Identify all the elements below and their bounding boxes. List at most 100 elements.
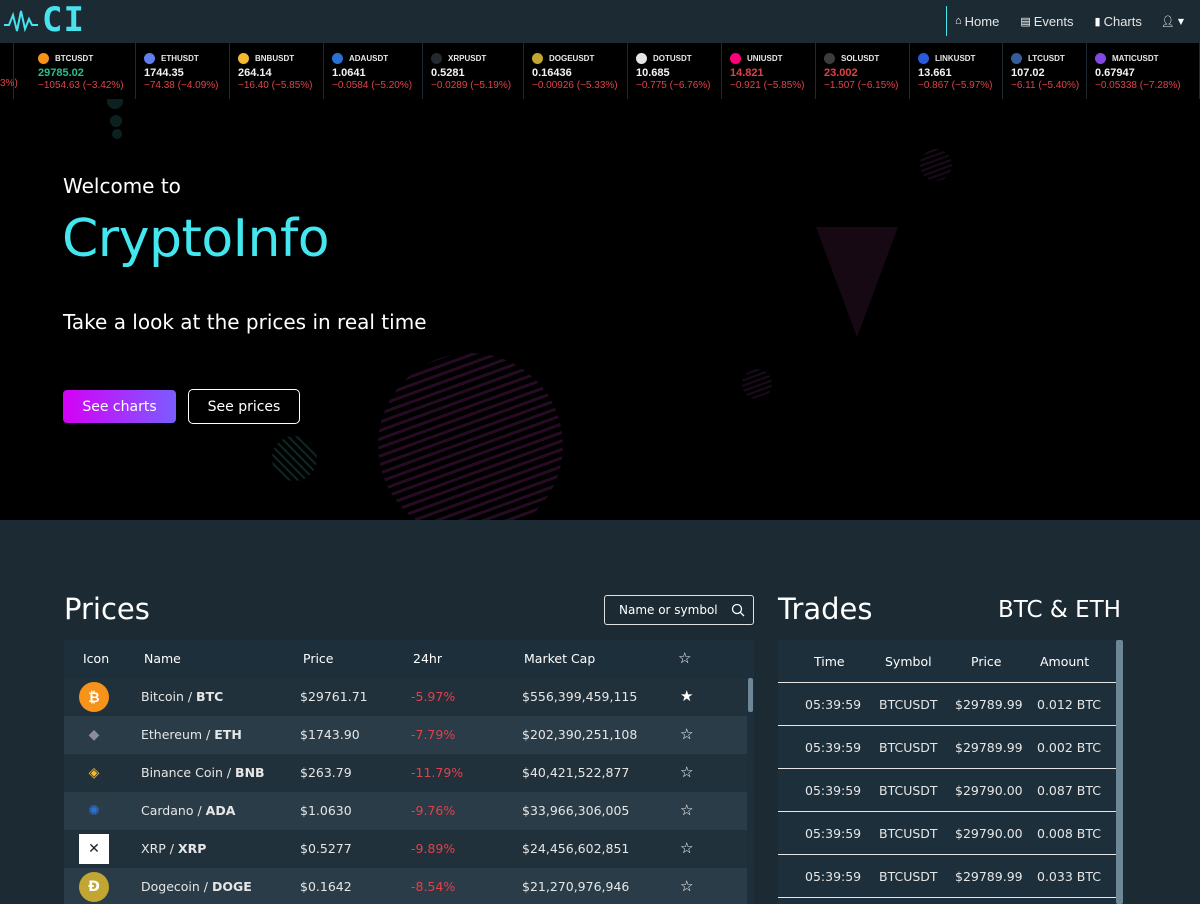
hero-brand: CryptoInfo — [62, 209, 330, 269]
ticker-item[interactable]: BTCUSDT 29785.02 −1054.63 (−3.42%) — [30, 43, 136, 99]
ticker-change: −0.775 (−6.76%) — [636, 80, 711, 91]
coin-icon — [824, 53, 835, 64]
price-row[interactable]: ₿ Bitcoin / BTC $29761.71 -5.97% $556,399,45… — [64, 678, 747, 716]
price-row[interactable]: ✺ Cardano / ADA $1.0630 -9.76% $33,966,306,0… — [64, 792, 747, 830]
col-price: Price — [971, 654, 1002, 669]
ticker-symbol: MATICUSDT — [1095, 53, 1199, 64]
see-charts-button[interactable]: See charts — [63, 390, 176, 423]
favorite-star-icon[interactable]: ☆ — [680, 763, 693, 781]
nav-charts[interactable]: ▮ Charts — [1095, 14, 1142, 29]
market-section: Prices Name or symbol Icon Name Price 24… — [0, 520, 1200, 904]
ticker-symbol-label: XRPUSDT — [448, 54, 487, 63]
ticker-item[interactable]: DOGEUSDT 0.16436 −0.00926 (−5.33%) — [524, 43, 628, 99]
ticker-item[interactable]: LINKUSDT 13.661 −0.867 (−5.97%) — [910, 43, 1003, 99]
col-market-cap[interactable]: Market Cap — [524, 651, 595, 666]
coin-icon — [38, 53, 49, 64]
coin-icon: ✕ — [79, 834, 109, 864]
ticker-item[interactable]: ETHUSDT 1744.35 −74.38 (−4.09%) — [136, 43, 230, 99]
favorite-star-icon[interactable]: ☆ — [680, 801, 693, 819]
trades-table-header: Time Symbol Price Amount — [778, 640, 1116, 683]
ticker-change: −0.867 (−5.97%) — [918, 80, 993, 91]
ticker-item[interactable]: ADAUSDT 1.0641 −0.0584 (−5.20%) — [324, 43, 423, 99]
coin-icon: ✺ — [79, 796, 109, 826]
ticker-item[interactable]: UNIUSDT 14.821 −0.921 (−5.85%) — [722, 43, 816, 99]
prices-table-header: Icon Name Price 24hr Market Cap ☆ — [64, 640, 754, 678]
trade-price: $29790.00 — [955, 826, 1023, 841]
ticker-item[interactable]: MATICUSDT 0.67947 −0.05338 (−7.28%) — [1087, 43, 1200, 99]
ticker-item[interactable]: DOTUSDT 10.685 −0.775 (−6.76%) — [628, 43, 722, 99]
col-amount: Amount — [1040, 654, 1090, 669]
coin-price: $0.5277 — [300, 841, 352, 856]
scrollbar-thumb[interactable] — [748, 678, 753, 712]
ticker-price: 1.0641 — [332, 67, 366, 79]
hero-welcome: Welcome to — [63, 174, 181, 198]
user-menu[interactable]: 👤︎ ▼ — [1161, 15, 1184, 28]
ticker-item[interactable]: XRPUSDT 0.5281 −0.0289 (−5.19%) — [423, 43, 524, 99]
coin-icon — [1011, 53, 1022, 64]
see-prices-button[interactable]: See prices — [188, 389, 300, 424]
logo[interactable]: CI — [4, 3, 85, 37]
ticker-item[interactable]: BNBUSDT 264.14 −16.40 (−5.85%) — [230, 43, 324, 99]
ticker-item[interactable]: LTCUSDT 107.02 −6.11 (−5.40%) — [1003, 43, 1087, 99]
col-price[interactable]: Price — [303, 651, 334, 666]
ticker-symbol: LTCUSDT — [1011, 53, 1086, 64]
ticker-price: 1744.35 — [144, 67, 184, 79]
caret-down-icon: ▼ — [1177, 16, 1184, 26]
coin-name: XRP / XRP — [141, 841, 207, 856]
trade-price: $29789.99 — [955, 869, 1023, 884]
ticker-change: −1.507 (−6.15%) — [824, 80, 899, 91]
coin-icon — [431, 53, 442, 64]
coin-icon — [918, 53, 929, 64]
ticker-price: 14.821 — [730, 67, 764, 79]
favorite-star-icon[interactable]: ☆ — [680, 725, 693, 743]
trade-symbol: BTCUSDT — [879, 783, 938, 798]
prices-title: Prices — [64, 592, 150, 626]
price-row[interactable]: ◈ Binance Coin / BNB $263.79 -11.79% $40,421… — [64, 754, 747, 792]
trade-time: 05:39:59 — [805, 740, 862, 755]
ticker-symbol-label: DOTUSDT — [653, 54, 692, 63]
search-input[interactable]: Name or symbol — [604, 595, 754, 625]
col-name[interactable]: Name — [144, 651, 181, 666]
prices-scrollbar[interactable] — [747, 678, 754, 904]
col-change[interactable]: 24hr — [413, 651, 442, 666]
price-row[interactable]: Ð Dogecoin / DOGE $0.1642 -8.54% $21,270,976… — [64, 868, 747, 904]
ticker-change: −6.11 (−5.40%) — [1011, 80, 1080, 91]
trade-row: 05:39:59 BTCUSDT $29789.99 0.002 BTC — [778, 726, 1116, 769]
trades-scrollbar[interactable] — [1116, 640, 1123, 904]
favorite-star-icon[interactable]: ☆ — [680, 877, 693, 895]
col-symbol: Symbol — [885, 654, 932, 669]
ticker-item-partial: x x 3%) — [0, 43, 18, 99]
trade-symbol: BTCUSDT — [879, 869, 938, 884]
favorite-star-icon[interactable]: ★ — [680, 687, 693, 705]
price-row[interactable]: ◆ Ethereum / ETH $1743.90 -7.79% $202,390,25… — [64, 716, 747, 754]
trade-row: 05:39:59 BTCUSDT $29790.00 0.087 BTC — [778, 769, 1116, 812]
trade-amount: 0.087 BTC — [1037, 783, 1101, 798]
trade-price: $29790.00 — [955, 783, 1023, 798]
ticker-item[interactable]: SOLUSDT 23.002 −1.507 (−6.15%) — [816, 43, 910, 99]
nav-home[interactable]: ⌂ Home — [955, 14, 999, 29]
trade-symbol: BTCUSDT — [879, 740, 938, 755]
coin-icon — [144, 53, 155, 64]
ticker-price: 264.14 — [238, 67, 272, 79]
coin-market-cap: $202,390,251,108 — [522, 727, 638, 742]
ticker-change: −1054.63 (−3.42%) — [38, 80, 124, 91]
ticker-symbol: BTCUSDT — [38, 53, 135, 64]
ticker-change: −0.921 (−5.85%) — [730, 80, 805, 91]
ticker-symbol-label: ADAUSDT — [349, 54, 389, 63]
ticker-symbol-label: LINKUSDT — [935, 54, 976, 63]
nav-home-label: Home — [964, 13, 1000, 29]
ticker-change: 3%) — [0, 78, 18, 89]
trade-amount: 0.002 BTC — [1037, 740, 1101, 755]
newspaper-icon: ▤ — [1020, 15, 1031, 28]
trade-price: $29789.99 — [955, 740, 1023, 755]
ticker-price: 107.02 — [1011, 67, 1045, 79]
nav-menu: ⌂ Home ▤ Events ▮ Charts 👤︎ ▼ — [946, 6, 1200, 36]
price-row[interactable]: ✕ XRP / XRP $0.5277 -9.89% $24,456,602,851 ☆ — [64, 830, 747, 868]
star-outline-icon[interactable]: ☆ — [678, 649, 691, 667]
ticker-change: −0.0289 (−5.19%) — [431, 80, 512, 91]
favorite-star-icon[interactable]: ☆ — [680, 839, 693, 857]
ticker-symbol-label: LTCUSDT — [1028, 54, 1065, 63]
ticker-change: −0.05338 (−7.28%) — [1095, 80, 1181, 91]
ticker-symbol-label: UNIUSDT — [747, 54, 783, 63]
nav-events[interactable]: ▤ Events — [1020, 14, 1073, 29]
